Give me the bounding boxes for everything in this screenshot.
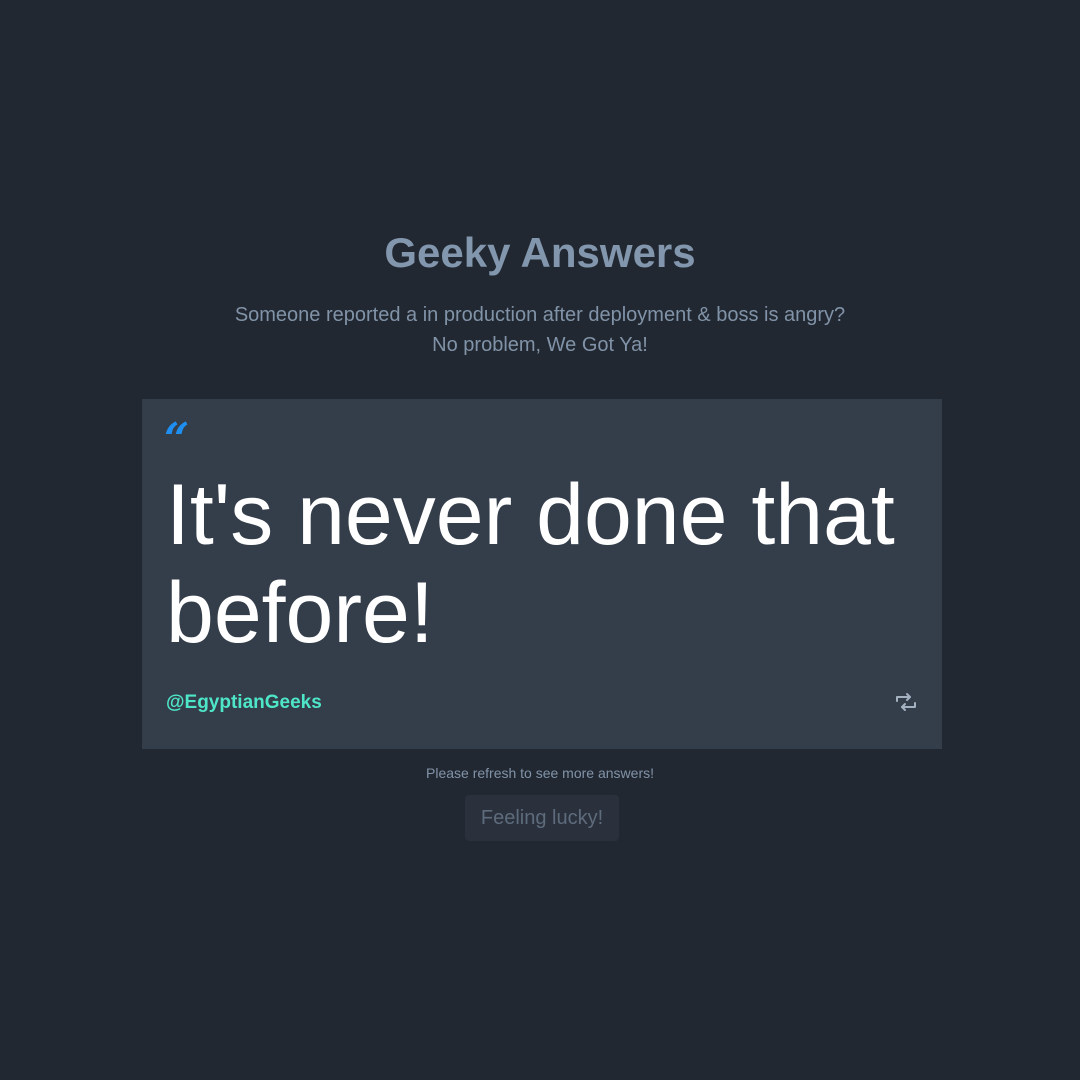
refresh-hint: Please refresh to see more answers! bbox=[426, 765, 654, 781]
page-title: Geeky Answers bbox=[384, 229, 696, 276]
page: Geeky Answers Someone reported a in prod… bbox=[0, 0, 1080, 1080]
retweet-icon[interactable] bbox=[895, 692, 917, 712]
subtitle-line-1: Someone reported a in production after d… bbox=[234, 304, 846, 326]
page-subtitle: Someone reported a in production after d… bbox=[0, 300, 1080, 360]
subtitle-line-2: No problem, We Got Ya! bbox=[432, 334, 648, 356]
quote-open-icon: “ bbox=[164, 414, 190, 465]
answer-quote: It's never done that before! bbox=[166, 467, 895, 661]
feeling-lucky-button[interactable]: Feeling lucky! bbox=[465, 795, 619, 841]
author-link[interactable]: @EgyptianGeeks bbox=[166, 692, 322, 714]
